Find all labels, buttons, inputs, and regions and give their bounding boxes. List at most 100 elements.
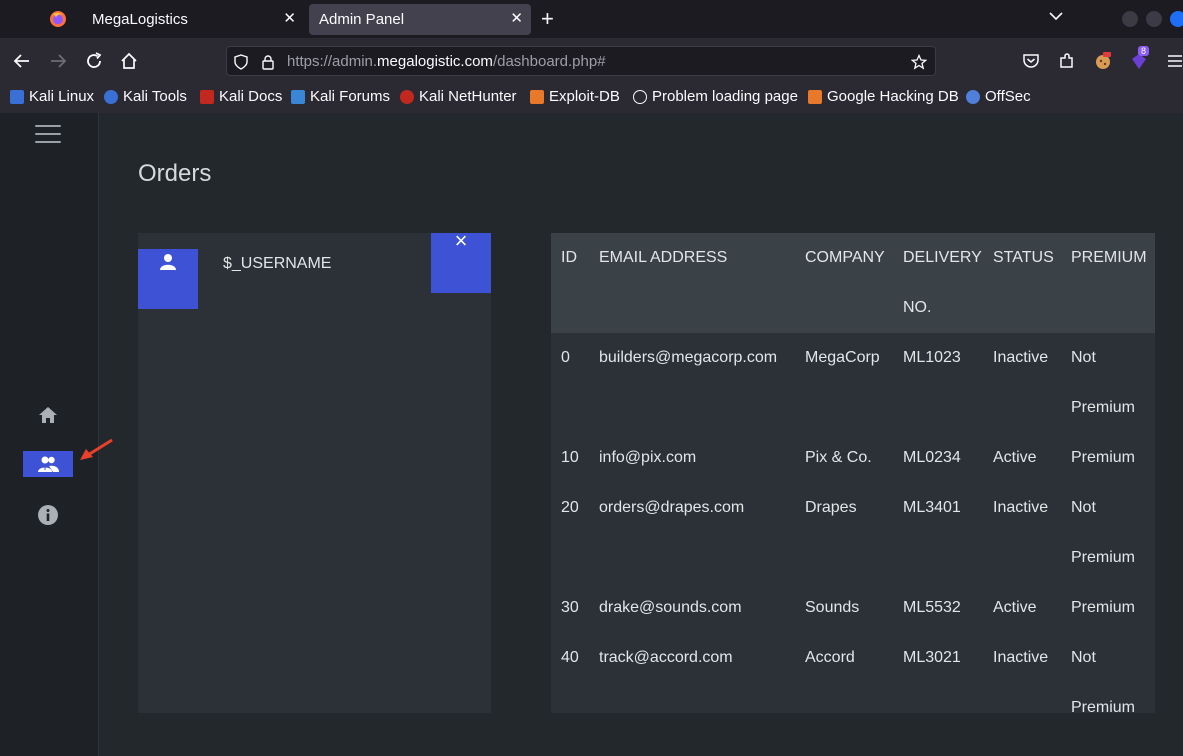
cell-company: Pix & Co. xyxy=(805,449,872,466)
column-header-id[interactable]: ID xyxy=(551,233,589,333)
kali-tools-icon xyxy=(104,89,118,104)
cell-premium: Not Premium xyxy=(1071,349,1136,416)
cell-delivery-no: ML3021 xyxy=(903,649,961,666)
kali-icon xyxy=(10,89,24,104)
column-header-email[interactable]: EMAIL ADDRESS xyxy=(589,233,795,333)
column-header-company[interactable]: COMPANY xyxy=(795,233,893,333)
extension-badge: 8 xyxy=(1138,46,1150,56)
bookmark-kali-docs[interactable]: Kali Docs xyxy=(200,88,282,105)
bookmarks-toolbar: Kali Linux Kali Tools Kali Docs Kali For… xyxy=(0,84,1183,113)
table-row: 10 info@pix.com Pix & Co. ML0234 Active … xyxy=(551,433,1155,483)
cell-premium: Not Premium xyxy=(1071,499,1136,566)
url-scheme: https://admin. xyxy=(287,53,378,70)
sidebar-item-users[interactable] xyxy=(23,451,73,477)
cell-id: 30 xyxy=(561,599,579,616)
lock-icon[interactable] xyxy=(260,54,276,70)
cell-id: 0 xyxy=(561,349,570,366)
bookmark-kali-nethunter[interactable]: Kali NetHunter xyxy=(400,88,517,105)
bookmark-label: Google Hacking DB xyxy=(827,88,959,105)
pocket-icon[interactable] xyxy=(1021,51,1041,71)
bookmark-label: Kali Docs xyxy=(219,88,283,105)
cell-email: track@accord.com xyxy=(599,649,733,666)
minimize-button[interactable] xyxy=(1122,11,1138,27)
url-host: megalogistic.com xyxy=(377,53,493,70)
url-text[interactable]: https://admin.megalogistic.com/dashboard… xyxy=(287,53,606,70)
nethunter-icon xyxy=(400,89,414,104)
bookmark-kali-forums[interactable]: Kali Forums xyxy=(291,88,390,105)
cell-email: builders@megacorp.com xyxy=(599,349,778,366)
back-arrow-icon[interactable] xyxy=(11,50,33,72)
new-tab-button[interactable]: + xyxy=(541,6,554,32)
table-row: 40 track@accord.com Accord ML3021 Inacti… xyxy=(551,633,1155,713)
cell-premium: Premium xyxy=(1071,599,1136,616)
firefox-icon[interactable] xyxy=(49,10,67,28)
bookmark-kali-tools[interactable]: Kali Tools xyxy=(104,88,187,105)
maximize-button[interactable] xyxy=(1146,11,1162,27)
page-title: Orders xyxy=(138,160,212,187)
tab-close-icon[interactable]: ✕ xyxy=(283,9,296,27)
globe-icon xyxy=(633,89,647,104)
foxyproxy-extension-icon[interactable]: 8 xyxy=(1129,46,1150,71)
bookmark-label: Kali Forums xyxy=(310,88,391,105)
tab-title: Admin Panel xyxy=(319,11,405,28)
reload-icon[interactable] xyxy=(83,50,105,72)
forward-arrow-icon[interactable] xyxy=(47,50,69,72)
list-all-tabs-chevron-icon[interactable] xyxy=(1048,8,1064,24)
kali-forums-icon xyxy=(291,89,305,104)
exploit-db-icon xyxy=(530,89,544,104)
sidebar-item-home[interactable] xyxy=(23,401,73,429)
cell-email: drake@sounds.com xyxy=(599,599,742,616)
bookmark-offsec[interactable]: OffSec xyxy=(966,88,1031,105)
tracking-protection-shield-icon[interactable] xyxy=(233,54,249,70)
bookmark-label: Problem loading page xyxy=(652,88,798,105)
cookie-extension-icon[interactable] xyxy=(1093,51,1113,71)
orders-table: ID EMAIL ADDRESS COMPANY DELIVERY NO. ST… xyxy=(551,233,1155,713)
tab-megalogistics[interactable]: MegaLogistics ✕ xyxy=(82,4,304,35)
menu-hamburger-icon[interactable] xyxy=(35,125,61,145)
sidebar xyxy=(0,113,113,756)
tab-close-icon[interactable]: ✕ xyxy=(510,9,523,27)
bookmark-exploit-db[interactable]: Exploit-DB xyxy=(530,88,620,105)
cell-company: Sounds xyxy=(805,599,860,616)
table-row: 20 orders@drapes.com Drapes ML3401 Inact… xyxy=(551,483,1155,583)
bookmark-label: Kali Tools xyxy=(123,88,187,105)
bookmark-star-icon[interactable] xyxy=(911,54,927,70)
bookmark-problem-loading[interactable]: Problem loading page xyxy=(633,88,798,105)
offsec-icon xyxy=(966,89,980,104)
bookmark-google-hacking-db[interactable]: Google Hacking DB xyxy=(808,88,959,105)
cell-delivery-no: ML5532 xyxy=(903,599,961,616)
close-card-button[interactable]: × xyxy=(431,230,491,293)
table-row: 30 drake@sounds.com Sounds ML5532 Active… xyxy=(551,583,1155,633)
cell-delivery-no: ML3401 xyxy=(903,499,961,516)
cell-email: orders@drapes.com xyxy=(599,499,745,516)
info-icon xyxy=(38,505,58,525)
admin-panel-page: Orders $_USERNAME × ID EMAIL ADDRESS COM… xyxy=(0,113,1183,756)
cell-status: Inactive xyxy=(993,499,1049,516)
tab-admin-panel[interactable]: Admin Panel ✕ xyxy=(309,4,531,35)
bookmark-kali-linux[interactable]: Kali Linux xyxy=(10,88,94,105)
user-card: $_USERNAME × xyxy=(138,230,491,713)
menu-hamburger-icon[interactable] xyxy=(1165,51,1183,71)
address-bar[interactable]: https://admin.megalogistic.com/dashboard… xyxy=(226,46,936,76)
bookmark-label: Kali Linux xyxy=(29,88,95,105)
tab-bar: MegaLogistics ✕ Admin Panel ✕ + xyxy=(0,0,1183,38)
cell-status: Active xyxy=(993,449,1037,466)
home-icon[interactable] xyxy=(118,50,140,72)
table-header-row: ID EMAIL ADDRESS COMPANY DELIVERY NO. ST… xyxy=(551,233,1155,333)
sidebar-item-info[interactable] xyxy=(23,501,73,529)
user-avatar xyxy=(138,249,198,309)
cell-id: 20 xyxy=(561,499,579,516)
close-window-button[interactable] xyxy=(1170,11,1183,27)
column-header-premium[interactable]: PREMIUM xyxy=(1061,233,1155,333)
extensions-puzzle-icon[interactable] xyxy=(1057,51,1077,71)
ghdb-icon xyxy=(808,89,822,104)
column-header-delivery-no[interactable]: DELIVERY NO. xyxy=(893,233,983,333)
cell-id: 40 xyxy=(561,649,579,666)
kali-docs-icon xyxy=(200,89,214,104)
bookmark-label: Kali NetHunter xyxy=(419,88,517,105)
table-row: 0 builders@megacorp.com MegaCorp ML1023 … xyxy=(551,333,1155,433)
column-header-status[interactable]: STATUS xyxy=(983,233,1061,333)
username-label: $_USERNAME xyxy=(223,255,332,272)
cell-status: Inactive xyxy=(993,649,1049,666)
cell-delivery-no: ML1023 xyxy=(903,349,961,366)
